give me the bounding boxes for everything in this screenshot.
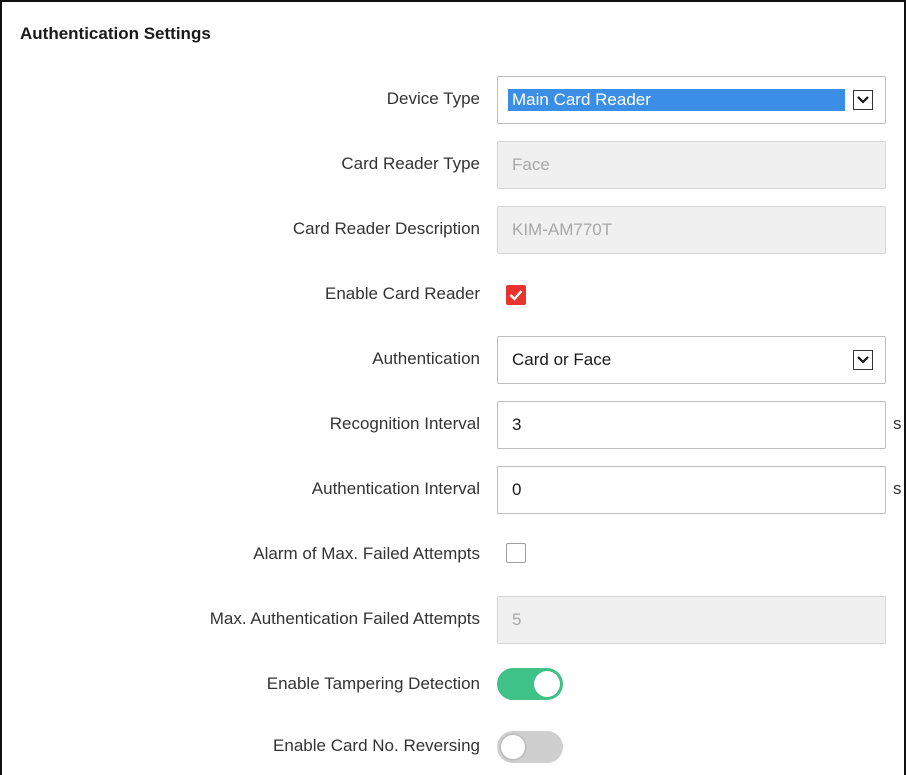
tampering-detection-label: Enable Tampering Detection [266, 674, 480, 693]
chevron-down-icon[interactable] [853, 350, 873, 370]
card-reader-type-field: Face [497, 141, 886, 189]
toggle-knob [534, 671, 560, 697]
recognition-interval-unit: s [893, 414, 902, 433]
max-auth-failed-label: Max. Authentication Failed Attempts [209, 609, 480, 628]
alarm-max-failed-checkbox[interactable] [506, 543, 526, 563]
card-reader-type-value: Face [512, 155, 550, 174]
card-reader-type-label: Card Reader Type [341, 154, 480, 173]
authentication-interval-value: 0 [512, 480, 522, 499]
authentication-interval-unit: s [893, 479, 902, 498]
authentication-interval-input[interactable]: 0 [497, 466, 886, 514]
device-type-value: Main Card Reader [508, 89, 845, 111]
card-no-reversing-toggle[interactable] [497, 731, 563, 763]
checkmark-icon [509, 290, 523, 301]
enable-card-reader-label: Enable Card Reader [325, 284, 480, 303]
tampering-detection-toggle[interactable] [497, 668, 563, 700]
panel-title: Authentication Settings [20, 24, 211, 43]
max-auth-failed-field: 5 [497, 596, 886, 644]
max-auth-failed-value: 5 [512, 610, 522, 629]
device-type-select[interactable]: Main Card Reader [497, 76, 886, 124]
card-reader-description-value: KIM-AM770T [512, 220, 613, 239]
card-reader-description-field: KIM-AM770T [497, 206, 886, 254]
authentication-interval-label: Authentication Interval [311, 479, 480, 498]
alarm-max-failed-label: Alarm of Max. Failed Attempts [253, 544, 480, 563]
device-type-label: Device Type [386, 89, 480, 108]
chevron-down-icon[interactable] [853, 90, 873, 110]
authentication-label: Authentication [372, 349, 480, 368]
authentication-select[interactable]: Card or Face [497, 336, 886, 384]
card-reader-description-label: Card Reader Description [292, 219, 480, 238]
recognition-interval-label: Recognition Interval [329, 414, 480, 433]
recognition-interval-value: 3 [512, 415, 522, 434]
card-no-reversing-label: Enable Card No. Reversing [273, 736, 480, 755]
recognition-interval-input[interactable]: 3 [497, 401, 886, 449]
toggle-knob [500, 734, 526, 760]
enable-card-reader-checkbox[interactable] [506, 285, 526, 305]
authentication-value: Card or Face [512, 350, 612, 369]
